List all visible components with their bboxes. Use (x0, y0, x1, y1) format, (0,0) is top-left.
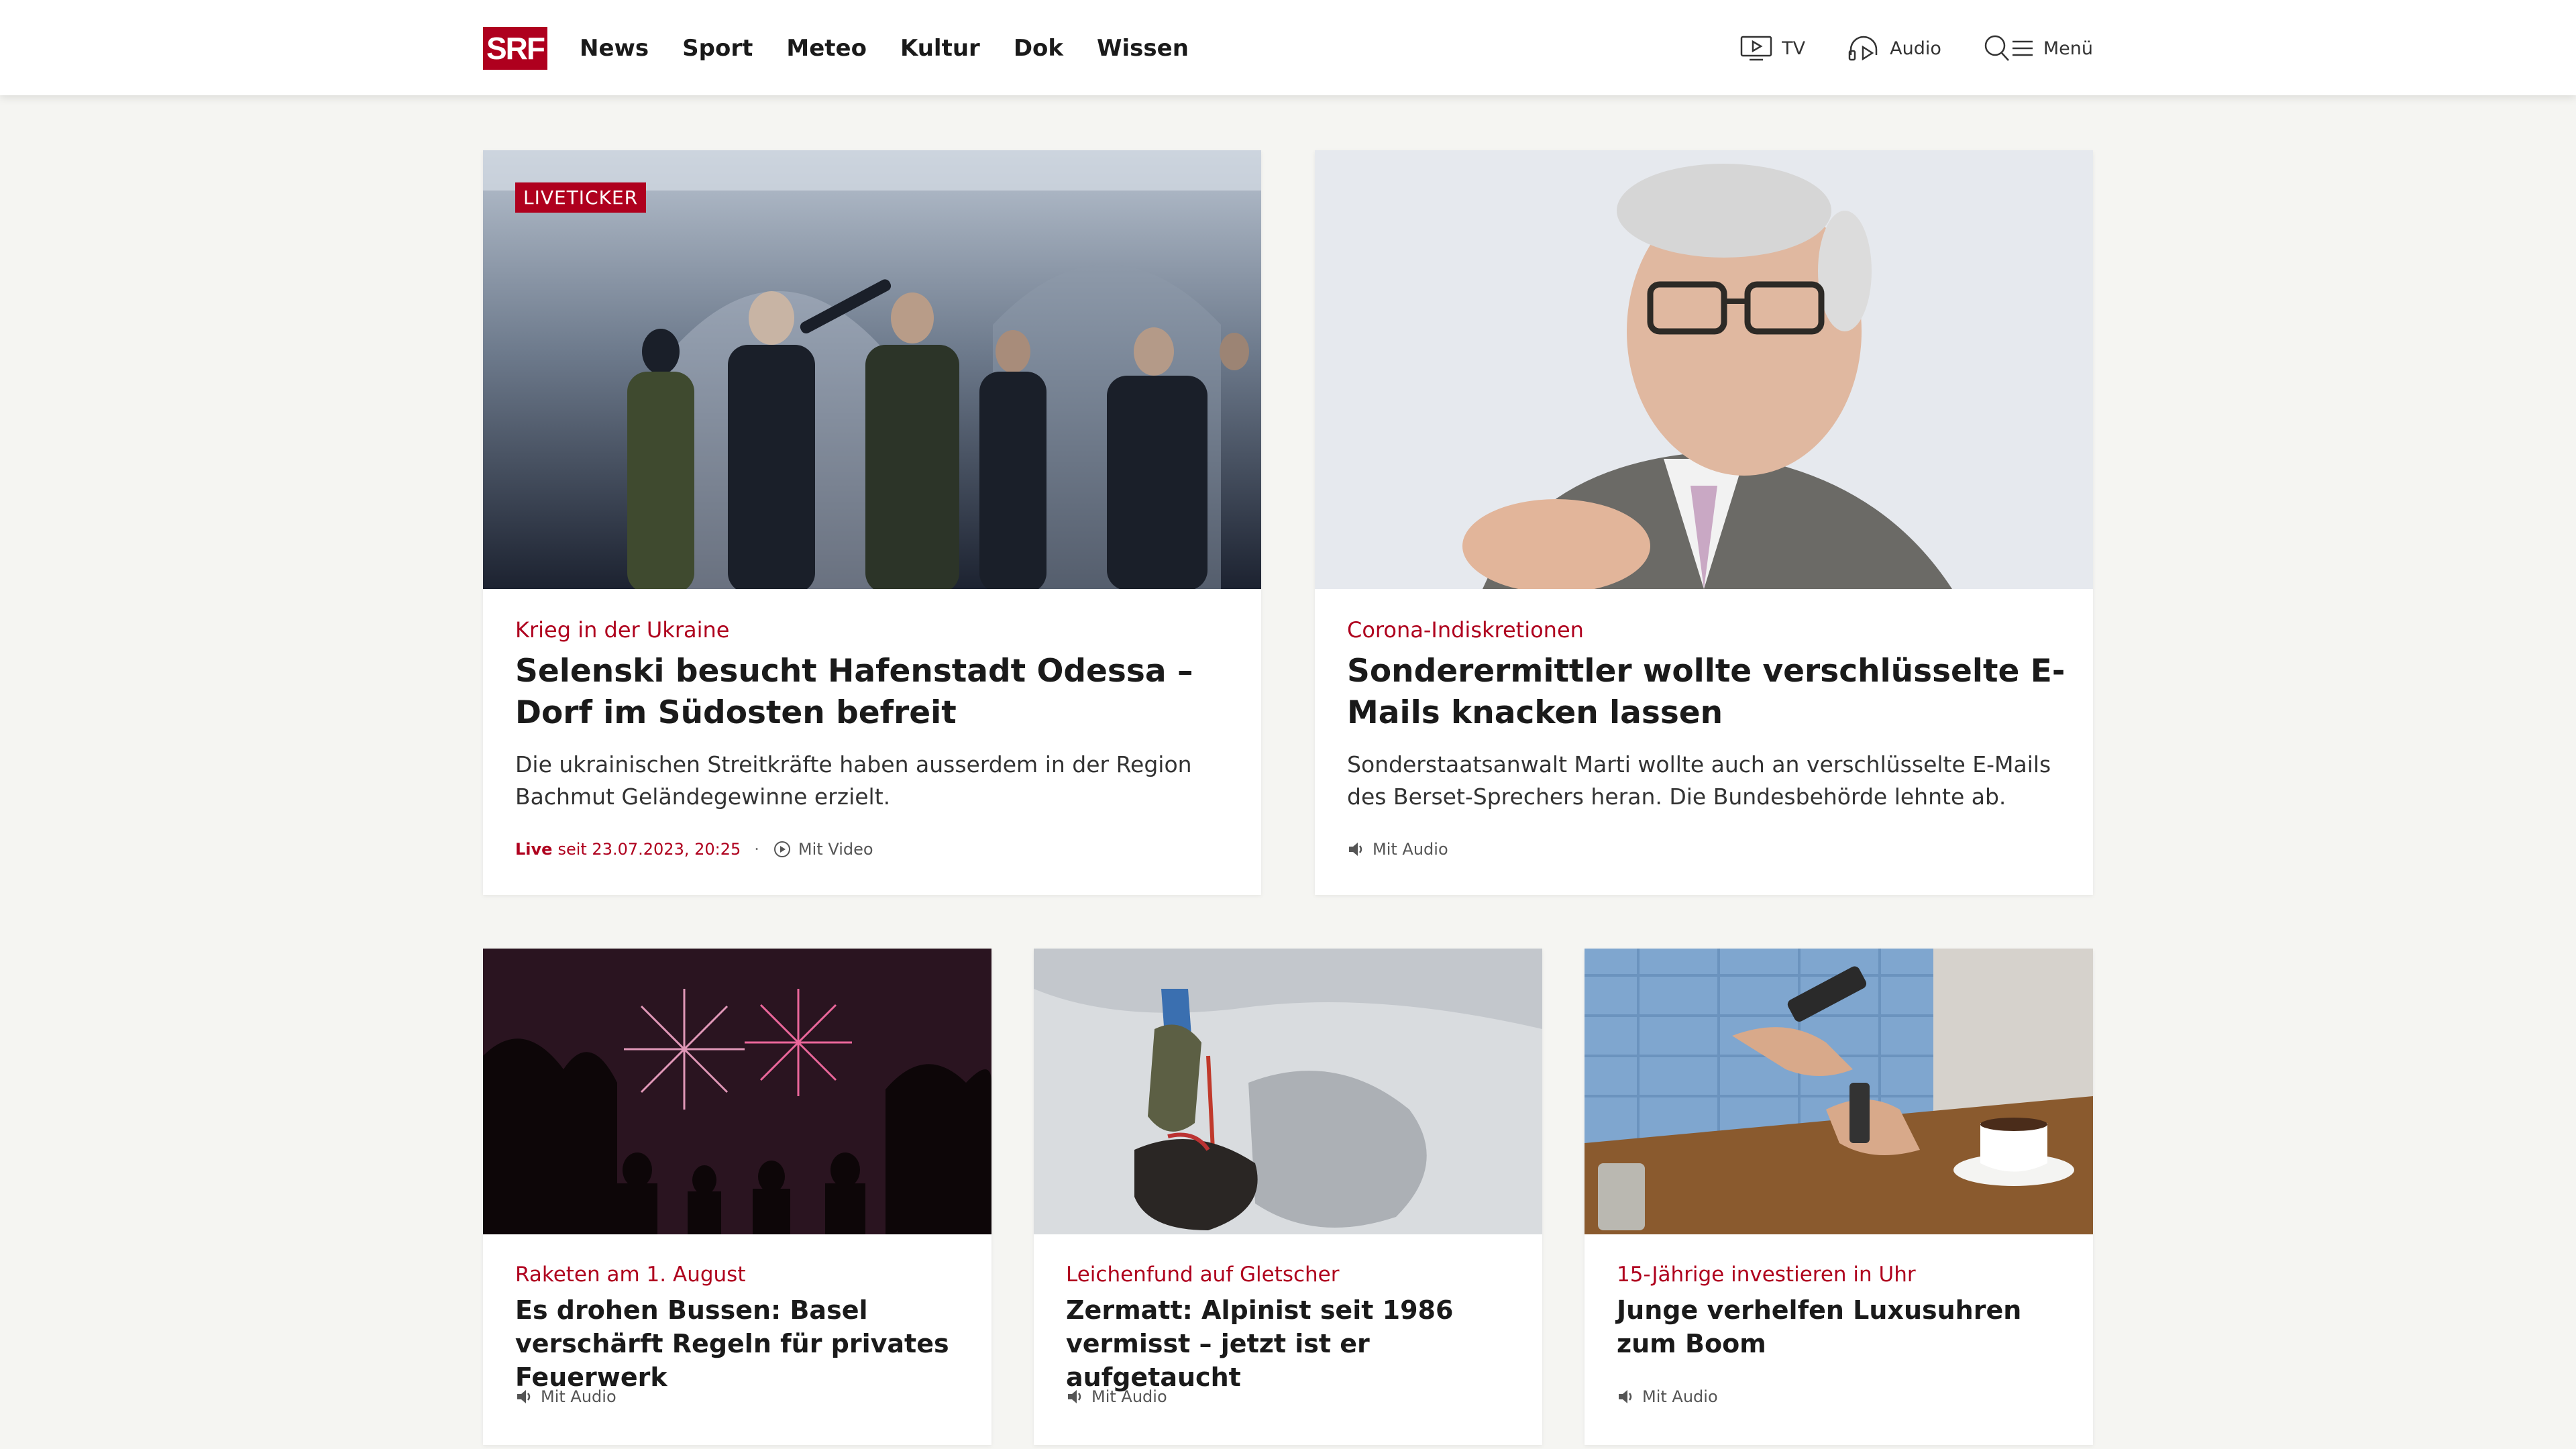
nav-wissen[interactable]: Wissen (1097, 35, 1189, 62)
site-header: SRF News Sport Meteo Kultur Dok Wissen T… (0, 0, 2576, 95)
live-since: seit 23.07.2023, 20:25 (557, 840, 741, 859)
headphones-icon (1848, 36, 1878, 61)
lead-text: Sonderstaatsanwalt Marti wollte auch an … (1347, 751, 2051, 810)
speaker-icon (1068, 1390, 1081, 1403)
main-nav: News Sport Meteo Kultur Dok Wissen (580, 27, 1222, 70)
menu-label: Menü (2043, 38, 2093, 59)
article-image (1315, 150, 2093, 589)
nav-dok[interactable]: Dok (1014, 35, 1063, 62)
article-card-corona[interactable]: Corona-Indiskretionen Sonderermittler wo… (1315, 150, 2093, 895)
article-meta: Live seit 23.07.2023, 20:25 · Mit Video (515, 840, 873, 859)
kicker: Leichenfund auf Gletscher (1066, 1263, 1340, 1287)
nav-kultur[interactable]: Kultur (900, 35, 980, 62)
article-card-fireworks[interactable]: Raketen am 1. August Es drohen Bussen: B… (483, 949, 991, 1445)
article-image (483, 949, 991, 1234)
liveticker-badge: LIVETICKER (515, 182, 647, 213)
article-image (483, 150, 1261, 589)
headline[interactable]: Sonderermittler wollte verschlüsselte E-… (1347, 651, 2066, 734)
utility-nav: TV Audio Menü (1699, 30, 2093, 67)
article-card-watches[interactable]: 15-Jährige investieren in Uhr Junge verh… (1585, 949, 2093, 1445)
article-image (1034, 949, 1542, 1234)
media-label: Mit Audio (1373, 840, 1448, 859)
tv-label: TV (1782, 38, 1806, 59)
speaker-icon (1349, 843, 1362, 856)
article-meta: Mit Audio (1617, 1387, 1718, 1406)
nav-meteo[interactable]: Meteo (786, 35, 867, 62)
live-label: Live (515, 840, 553, 859)
headline[interactable]: Es drohen Bussen: Basel verschärft Regel… (515, 1293, 965, 1394)
search-menu-icon (1984, 35, 2033, 61)
article-card-ukraine[interactable]: LIVETICKER Krieg in der Ukraine Selenski… (483, 150, 1261, 895)
article-meta: Mit Audio (1347, 840, 1448, 859)
meta-separator: · (754, 840, 759, 859)
kicker: Corona-Indiskretionen (1347, 617, 1584, 643)
audio-label: Audio (1890, 38, 1941, 59)
speaker-icon (517, 1390, 531, 1403)
nav-news[interactable]: News (580, 35, 649, 62)
audio-link[interactable]: Audio (1847, 35, 1941, 62)
zelensky-photo (483, 150, 1261, 589)
nav-sport[interactable]: Sport (682, 35, 753, 62)
lead-text: Die ukrainischen Streitkräfte haben auss… (515, 751, 1192, 810)
fireworks-photo (483, 949, 991, 1234)
media-label: Mit Audio (541, 1387, 616, 1406)
kicker: Raketen am 1. August (515, 1263, 746, 1287)
media-label: Mit Video (798, 840, 873, 859)
media-label: Mit Audio (1091, 1387, 1167, 1406)
article-card-zermatt[interactable]: Leichenfund auf Gletscher Zermatt: Alpin… (1034, 949, 1542, 1445)
article-meta: Mit Audio (1066, 1387, 1167, 1406)
article-image (1585, 949, 2093, 1234)
tv-link[interactable]: TV (1740, 35, 1805, 62)
headline[interactable]: Junge verhelfen Luxusuhren zum Boom (1617, 1293, 2066, 1360)
glacier-photo (1034, 949, 1542, 1234)
watch-photo (1585, 949, 2093, 1234)
kicker: 15-Jährige investieren in Uhr (1617, 1263, 1916, 1287)
investigator-photo (1315, 150, 2093, 589)
headline[interactable]: Selenski besucht Hafenstadt Odessa – Dor… (515, 651, 1234, 734)
menu-button[interactable]: Menü (1983, 34, 2093, 63)
media-label: Mit Audio (1642, 1387, 1718, 1406)
headline[interactable]: Zermatt: Alpinist seit 1986 vermisst – j… (1066, 1293, 1515, 1394)
article-meta: Mit Audio (515, 1387, 616, 1406)
srf-logo[interactable]: SRF (483, 27, 547, 70)
speaker-icon (1619, 1390, 1632, 1403)
kicker: Krieg in der Ukraine (515, 617, 730, 643)
play-icon (773, 841, 790, 857)
tv-icon (1740, 36, 1772, 61)
